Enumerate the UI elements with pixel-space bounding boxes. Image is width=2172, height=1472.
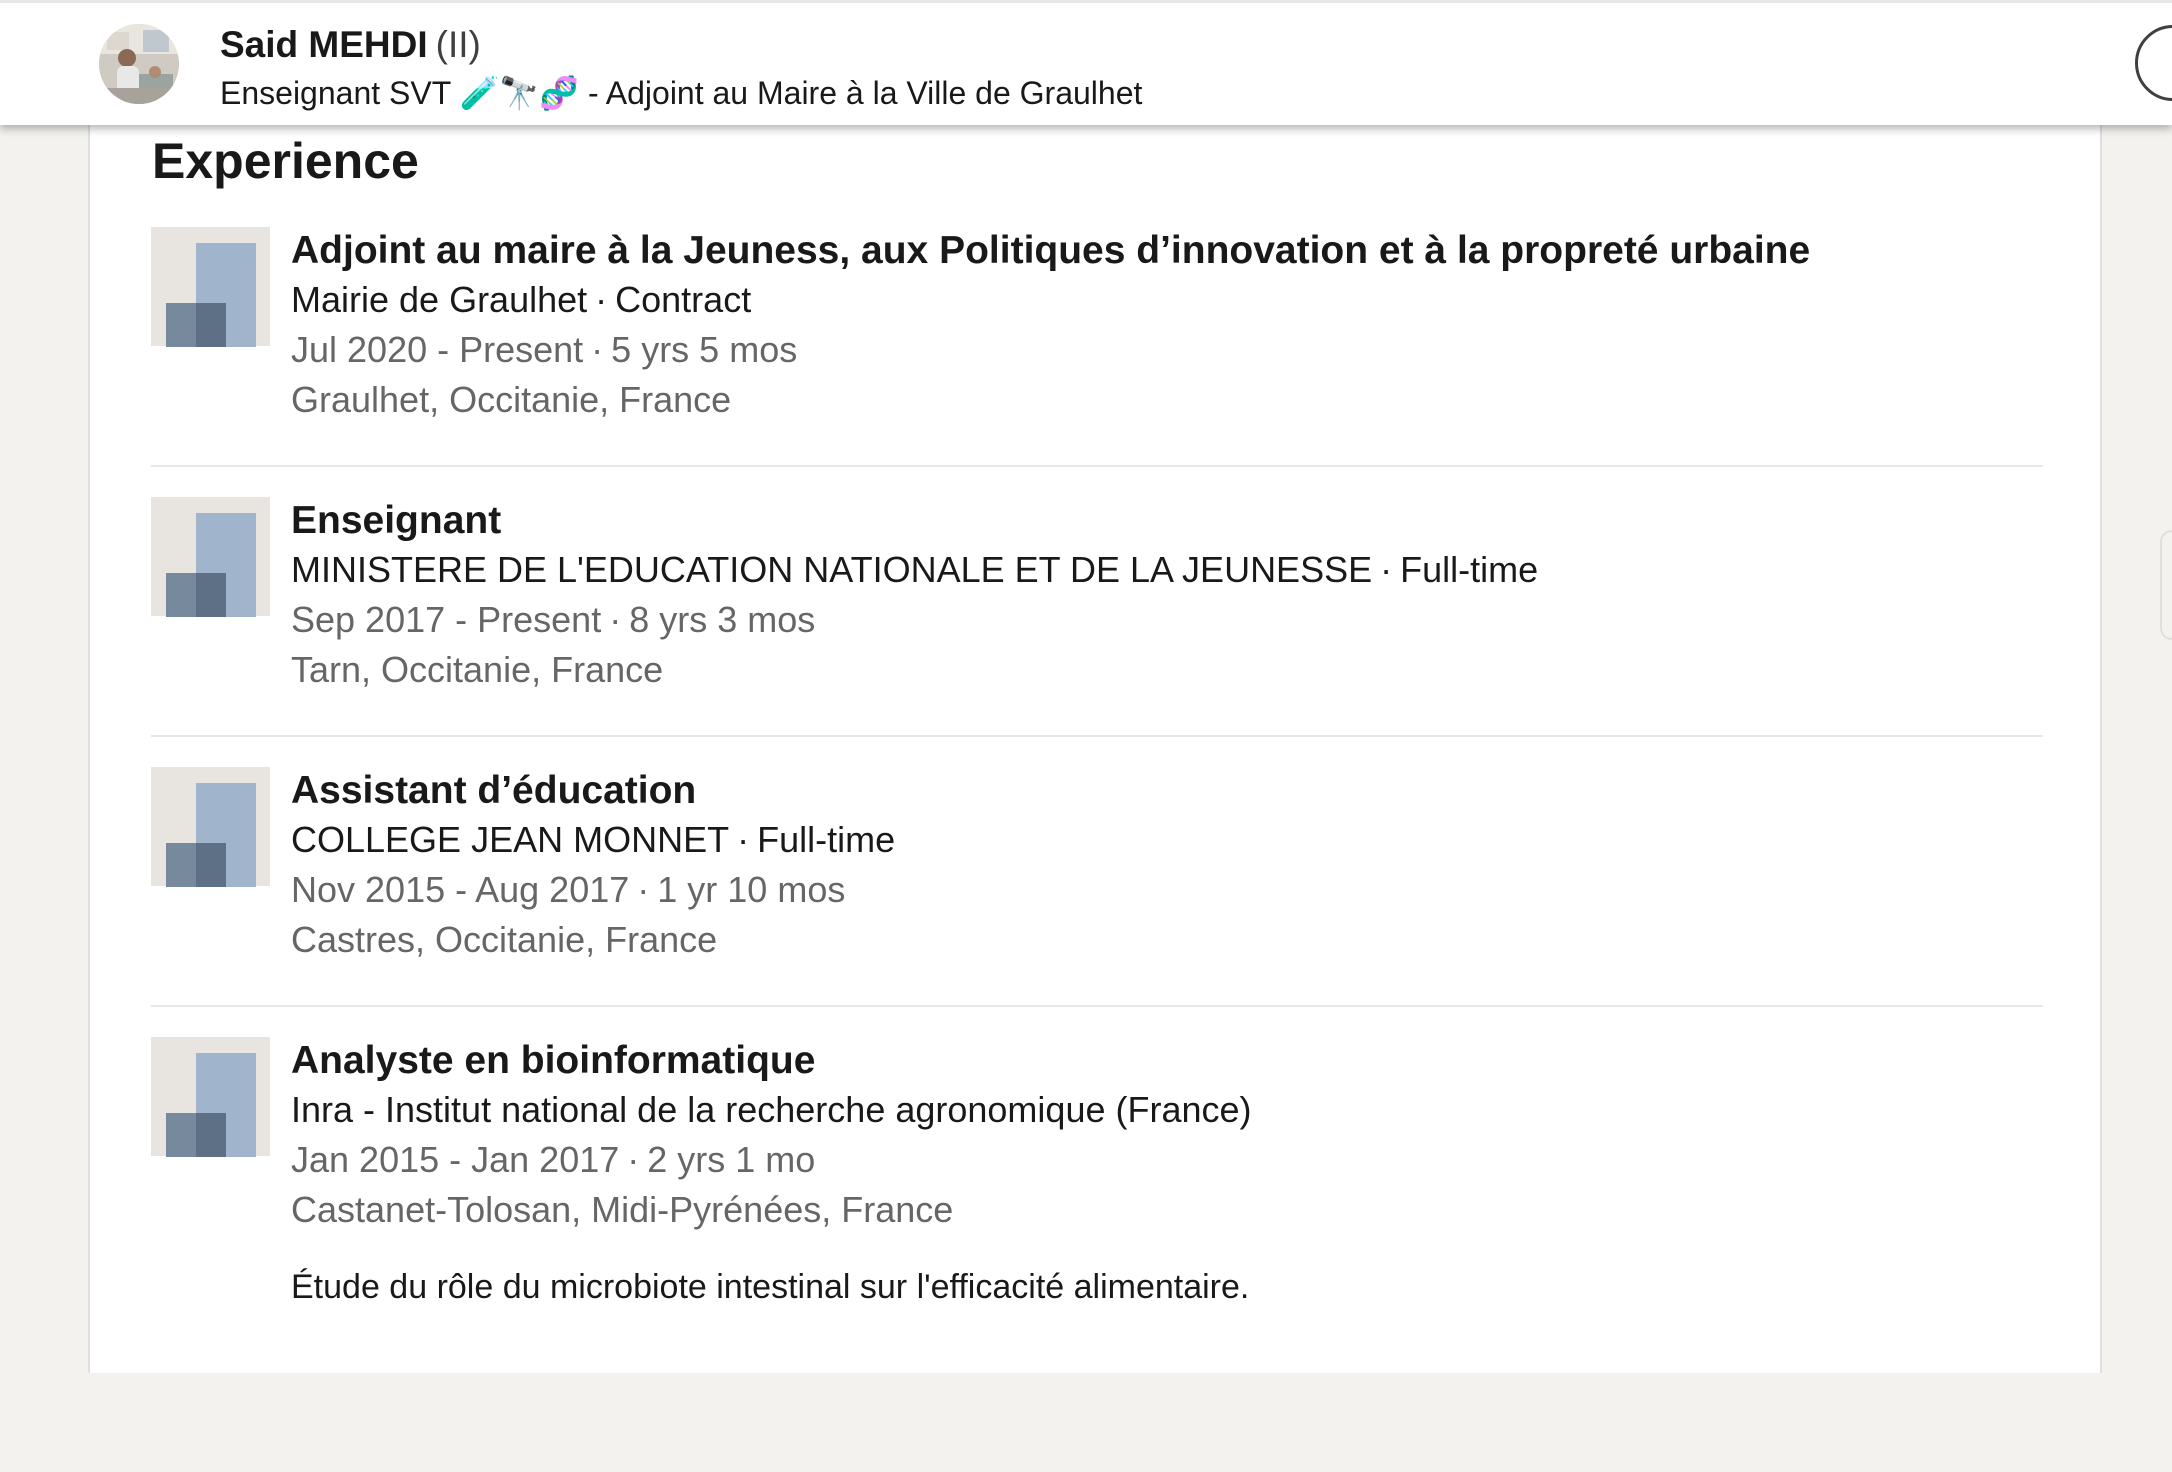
employment-type: Contract (615, 279, 752, 320)
profile-name[interactable]: Said MEHDI (220, 24, 428, 65)
experience-company-line: MINISTERE DE L'EDUCATION NATIONALE ET DE… (291, 545, 1538, 595)
experience-duration: 8 yrs 3 mos (629, 599, 816, 640)
experience-details: Adjoint au maire à la Jeuness, aux Polit… (291, 227, 1810, 425)
profile-headline: Enseignant SVT 🧪🔭🧬 - Adjoint au Maire à … (220, 75, 1143, 111)
company-logo-placeholder-icon[interactable] (151, 227, 270, 347)
company-logo-placeholder-icon[interactable] (151, 767, 270, 887)
experience-duration: 1 yr 10 mos (657, 869, 846, 910)
experience-duration: 2 yrs 1 mo (647, 1139, 816, 1180)
company-logo-placeholder-icon[interactable] (151, 1037, 270, 1157)
experience-dates-line: Jul 2020 - Present · 5 yrs 5 mos (291, 325, 1810, 375)
experience-title[interactable]: Assistant d’éducation (291, 767, 895, 815)
experience-company[interactable]: COLLEGE JEAN MONNET (291, 819, 729, 860)
experience-company-line: COLLEGE JEAN MONNET · Full-time (291, 815, 895, 865)
experience-dates-line: Sep 2017 - Present · 8 yrs 3 mos (291, 595, 1538, 645)
section-title: Experience (152, 133, 419, 189)
employment-type: Full-time (757, 819, 896, 860)
separator-dot: · (591, 329, 604, 370)
employment-type: Full-time (1400, 549, 1539, 590)
experience-company-line: Inra - Institut national de la recherche… (291, 1085, 1252, 1135)
separator-dot: · (1380, 549, 1393, 590)
experience-title[interactable]: Adjoint au maire à la Jeuness, aux Polit… (291, 227, 1810, 275)
separator-dot: · (627, 1139, 640, 1180)
company-logo-placeholder-icon[interactable] (151, 497, 270, 617)
experience-title[interactable]: Enseignant (291, 497, 1538, 545)
experience-details: Assistant d’éducation COLLEGE JEAN MONNE… (291, 767, 895, 965)
experience-location: Castanet-Tolosan, Midi-Pyrénées, France (291, 1189, 954, 1230)
experience-company[interactable]: MINISTERE DE L'EDUCATION NATIONALE ET DE… (291, 549, 1372, 590)
avatar[interactable] (99, 24, 179, 104)
separator-dot: · (737, 819, 750, 860)
experience-location: Castres, Occitanie, France (291, 919, 718, 960)
experience-company[interactable]: Inra - Institut national de la recherche… (291, 1089, 1252, 1130)
connection-degree: (II) (435, 24, 481, 65)
divider (151, 465, 2043, 467)
experience-dates: Jan 2015 - Jan 2017 (291, 1139, 620, 1180)
experience-section: Experience Adjoint au maire à la Jeuness… (88, 100, 2102, 1373)
separator-dot: · (637, 869, 650, 910)
experience-description: Étude du rôle du microbiote intestinal s… (291, 1268, 1250, 1306)
experience-dates: Nov 2015 - Aug 2017 (291, 869, 630, 910)
experience-dates: Sep 2017 - Present (291, 599, 602, 640)
experience-location: Tarn, Occitanie, France (291, 649, 664, 690)
header-name-line: Said MEHDI (II) (220, 23, 481, 67)
experience-dates-line: Jan 2015 - Jan 2017 · 2 yrs 1 mo (291, 1135, 1252, 1185)
experience-location: Graulhet, Occitanie, France (291, 379, 732, 420)
experience-company[interactable]: Mairie de Graulhet (291, 279, 587, 320)
experience-dates-line: Nov 2015 - Aug 2017 · 1 yr 10 mos (291, 865, 895, 915)
separator-dot: · (609, 599, 622, 640)
experience-duration: 5 yrs 5 mos (611, 329, 798, 370)
separator-dot: · (595, 279, 608, 320)
avatar-photo (99, 24, 179, 104)
header-action-button[interactable] (2135, 25, 2172, 101)
experience-company-line: Mairie de Graulhet · Contract (291, 275, 1810, 325)
experience-title[interactable]: Analyste en bioinformatique (291, 1037, 1252, 1085)
experience-details: Enseignant MINISTERE DE L'EDUCATION NATI… (291, 497, 1538, 695)
experience-details: Analyste en bioinformatique Inra - Insti… (291, 1037, 1252, 1309)
divider (151, 1005, 2043, 1007)
divider (151, 735, 2043, 737)
experience-dates: Jul 2020 - Present (291, 329, 584, 370)
sticky-profile-header: Said MEHDI (II) Enseignant SVT 🧪🔭🧬 - Adjo… (0, 0, 2172, 125)
side-panel-edge (2160, 530, 2172, 640)
